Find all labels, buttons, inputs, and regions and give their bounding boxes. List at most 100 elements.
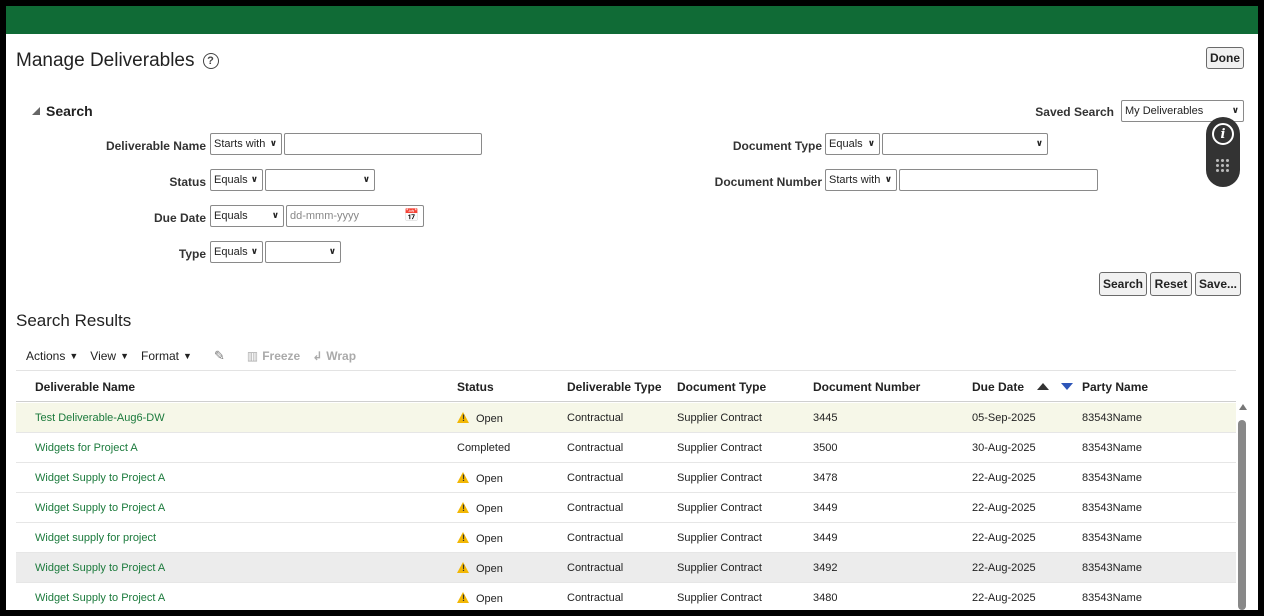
table-row[interactable]: Widgets for Project A Completed Contractua…	[16, 433, 1236, 463]
due-date-operator-select[interactable]: Equals ∨	[210, 205, 284, 227]
due-date-operator-value: Equals	[214, 210, 248, 222]
search-button[interactable]: Search	[1099, 272, 1147, 296]
party-name-cell: 83543Name	[1082, 472, 1142, 484]
deliverable-name-link[interactable]: Widget Supply to Project A	[35, 562, 165, 574]
floating-help-widget[interactable]: i	[1206, 117, 1240, 187]
party-name-cell: 83543Name	[1082, 562, 1142, 574]
status-operator-select[interactable]: Equals ∨	[210, 169, 263, 191]
party-name-cell-text: 83543Name	[1082, 532, 1142, 544]
column-header-due-date[interactable]: Due Date	[972, 380, 1073, 394]
table-row[interactable]: Widget Supply to Project A Open Contractua…	[16, 583, 1236, 610]
deliverable-type-cell-text: Contractual	[567, 412, 624, 424]
document-type-cell: Supplier Contract	[677, 562, 762, 574]
due-date-placeholder: dd-mmm-yyyy	[290, 210, 360, 222]
chevron-down-icon: ∨	[250, 174, 258, 184]
table-row[interactable]: Widget Supply to Project A Open Contractua…	[16, 493, 1236, 523]
due-date-label: Due Date	[153, 211, 206, 225]
status-select[interactable]: ∨	[265, 169, 375, 191]
deliverable-type-cell: Contractual	[567, 442, 623, 454]
done-button[interactable]: Done	[1206, 47, 1244, 69]
status-cell-text: Open	[476, 593, 503, 605]
sort-descending-icon[interactable]	[1060, 383, 1073, 390]
caret-down-icon: ▼	[120, 351, 129, 361]
deliverable-name-link[interactable]: Widget Supply to Project A	[35, 502, 165, 514]
deliverable-type-cell-text: Contractual	[567, 562, 624, 574]
view-menu[interactable]: View ▼	[90, 349, 129, 363]
table-row[interactable]: Widget Supply to Project A Open Contractua…	[16, 553, 1236, 583]
deliverable-name-link[interactable]: Test Deliverable-Aug6-DW	[35, 412, 165, 424]
chevron-down-icon: ∨	[884, 174, 892, 184]
column-header-document-type[interactable]: Document Type	[677, 380, 766, 394]
info-icon[interactable]: i	[1212, 123, 1234, 145]
due-date-cell-text: 22-Aug-2025	[972, 532, 1036, 544]
table-row[interactable]: Widget supply for project Open Contractual…	[16, 523, 1236, 553]
party-name-cell-text: 83543Name	[1082, 562, 1142, 574]
document-type-label: Document Type	[732, 139, 822, 153]
column-header-deliverable-type[interactable]: Deliverable Type	[567, 380, 662, 394]
due-date-cell-text: 22-Aug-2025	[972, 502, 1036, 514]
collapse-triangle-icon[interactable]	[32, 107, 40, 115]
calendar-icon[interactable]: 📅	[404, 208, 419, 222]
document-type-operator-select[interactable]: Equals ∨	[825, 133, 880, 155]
status-operator-value: Equals	[214, 174, 248, 186]
document-number-input[interactable]	[899, 169, 1098, 191]
status-cell-text: Open	[476, 533, 503, 545]
reset-button[interactable]: Reset	[1150, 272, 1192, 296]
deliverable-type-cell-text: Contractual	[567, 502, 624, 514]
status-label: Status	[169, 175, 206, 189]
due-date-cell-text: 05-Sep-2025	[972, 412, 1036, 424]
column-header-party-name[interactable]: Party Name	[1082, 380, 1148, 394]
status-cell-text: Open	[476, 413, 503, 425]
scroll-thumb[interactable]	[1238, 420, 1246, 610]
deliverable-name-operator-select[interactable]: Starts with ∨	[210, 133, 282, 155]
document-type-cell: Supplier Contract	[677, 502, 762, 514]
due-date-input[interactable]: dd-mmm-yyyy 📅	[286, 205, 424, 227]
document-type-select[interactable]: ∨	[882, 133, 1048, 155]
actions-menu[interactable]: Actions ▼	[26, 349, 78, 363]
status-cell: Open	[457, 502, 503, 515]
wrap-button[interactable]: ↲ Wrap	[312, 349, 356, 363]
freeze-button[interactable]: ▥ Freeze	[247, 349, 300, 363]
document-type-cell: Supplier Contract	[677, 592, 762, 604]
search-heading-text: Search	[46, 103, 93, 119]
deliverable-name-input[interactable]	[284, 133, 482, 155]
search-section-header[interactable]: Search	[32, 103, 93, 119]
apps-grid-icon[interactable]	[1216, 159, 1230, 173]
party-name-cell-text: 83543Name	[1082, 592, 1142, 604]
results-scrollbar[interactable]	[1236, 404, 1248, 610]
status-cell: Open	[457, 412, 503, 425]
column-header-document-number[interactable]: Document Number	[813, 380, 920, 394]
results-toolbar: Actions ▼ View ▼ Format ▼ ✎ ▥ Freeze ↲ Wrap	[26, 348, 356, 364]
table-row[interactable]: Widget Supply to Project A Open Contractua…	[16, 463, 1236, 493]
view-menu-label: View	[90, 349, 117, 363]
document-number-operator-select[interactable]: Starts with ∨	[825, 169, 897, 191]
deliverable-name-link[interactable]: Widgets for Project A	[35, 442, 138, 454]
deliverable-name-link[interactable]: Widget Supply to Project A	[35, 472, 165, 484]
pencil-icon[interactable]: ✎	[214, 348, 225, 364]
help-icon[interactable]: ?	[202, 53, 219, 69]
table-row[interactable]: Test Deliverable-Aug6-DW Open Contractual S…	[16, 403, 1236, 433]
sort-ascending-icon[interactable]	[1037, 383, 1050, 390]
document-number-cell: 3480	[813, 592, 837, 604]
deliverable-name-link[interactable]: Widget supply for project	[35, 532, 156, 544]
save-search-button[interactable]: Save...	[1195, 272, 1241, 296]
type-label: Type	[178, 247, 206, 261]
party-name-cell-text: 83543Name	[1082, 502, 1142, 514]
deliverable-type-cell: Contractual	[567, 502, 623, 514]
deliverable-type-cell: Contractual	[567, 532, 623, 544]
status-cell-text: Open	[476, 503, 503, 515]
status-cell: Open	[457, 562, 503, 575]
page-title: Manage Deliverables ?	[16, 50, 219, 72]
type-operator-select[interactable]: Equals ∨	[210, 241, 263, 263]
format-menu[interactable]: Format ▼	[141, 349, 192, 363]
scroll-up-icon[interactable]	[1239, 404, 1247, 410]
column-header-status[interactable]: Status	[457, 380, 494, 394]
column-header-deliverable-name[interactable]: Deliverable Name	[35, 380, 135, 394]
due-date-cell-text: 30-Aug-2025	[972, 442, 1036, 454]
due-date-cell: 22-Aug-2025	[972, 472, 1036, 484]
table-header-row: Deliverable Name Status Deliverable Type…	[16, 371, 1236, 402]
deliverable-name-link[interactable]: Widget Supply to Project A	[35, 592, 165, 604]
deliverable-type-cell: Contractual	[567, 412, 623, 424]
type-select[interactable]: ∨	[265, 241, 341, 263]
global-header-bar	[6, 6, 1258, 34]
